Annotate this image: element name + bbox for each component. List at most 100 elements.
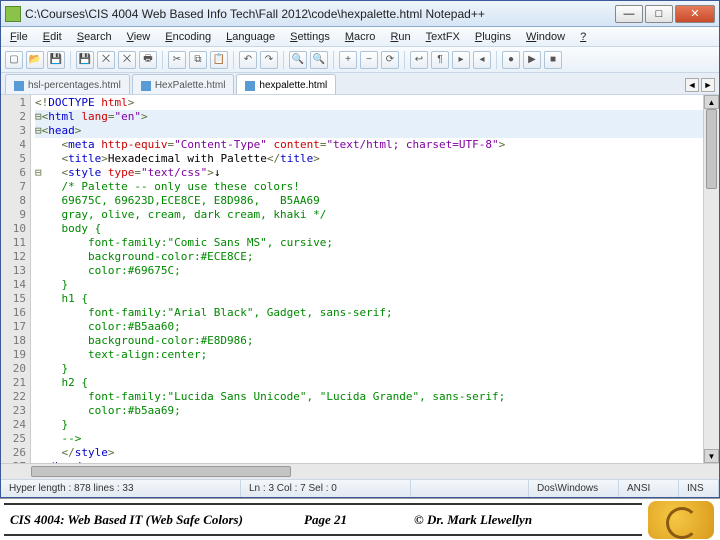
menu-settings[interactable]: Settings [283,29,337,45]
menu-edit[interactable]: Edit [36,29,69,45]
menu-window[interactable]: Window [519,29,572,45]
zoom-in-icon[interactable]: + [339,51,357,69]
menu-search[interactable]: Search [70,29,119,45]
code-area[interactable]: <!DOCTYPE html>⊟<html lang="en">⊟<head> … [31,95,703,463]
file-icon [14,81,24,91]
menu-run[interactable]: Run [383,29,417,45]
code-line[interactable]: body { [35,222,703,236]
close-all-icon[interactable]: ⨉ [118,51,136,69]
menu-plugins[interactable]: Plugins [468,29,518,45]
status-length: Hyper length : 878 lines : 33 [1,480,241,497]
code-line[interactable]: /* Palette -- only use these colors! [35,180,703,194]
code-line[interactable]: color:#69675C; [35,264,703,278]
code-line[interactable]: background-color:#ECE8CE; [35,250,703,264]
maximize-button[interactable]: □ [645,5,673,23]
code-line[interactable]: } [35,362,703,376]
editor: 1234567891011121314151617181920212223242… [1,95,719,463]
sync-icon[interactable]: ⟳ [381,51,399,69]
tab-file[interactable]: hexpalette.html [236,74,336,94]
menu-?[interactable]: ? [573,29,593,45]
tab-label: hexpalette.html [259,80,327,91]
code-line[interactable]: gray, olive, cream, dark cream, khaki */ [35,208,703,222]
code-line[interactable]: font-family:"Arial Black", Gadget, sans-… [35,306,703,320]
app-icon [5,6,21,22]
code-line[interactable]: background-color:#E8D986; [35,334,703,348]
outdent-icon[interactable]: ◂ [473,51,491,69]
wrap-icon[interactable]: ↩ [410,51,428,69]
hscroll-thumb[interactable] [31,466,291,477]
menubar: FileEditSearchViewEncodingLanguageSettin… [1,27,719,47]
open-icon[interactable]: 📂 [26,51,44,69]
macro-rec-icon[interactable]: ● [502,51,520,69]
tab-next-button[interactable]: ► [701,78,715,92]
menu-encoding[interactable]: Encoding [158,29,218,45]
code-line[interactable]: </style> [35,446,703,460]
minimize-button[interactable]: — [615,5,643,23]
code-line[interactable]: } [35,418,703,432]
close-icon[interactable]: ⨉ [97,51,115,69]
app-window: C:\Courses\CIS 4004 Web Based Info Tech\… [0,0,720,498]
menu-file[interactable]: File [3,29,35,45]
scroll-thumb[interactable] [706,109,717,189]
menu-language[interactable]: Language [219,29,282,45]
save-all-icon[interactable]: 💾 [76,51,94,69]
redo-icon[interactable]: ↷ [260,51,278,69]
code-line[interactable]: color:#b5aa69; [35,404,703,418]
vertical-scrollbar[interactable]: ▲ ▼ [703,95,719,463]
indent-icon[interactable]: ▸ [452,51,470,69]
code-line[interactable]: font-family:"Lucida Sans Unicode", "Luci… [35,390,703,404]
zoom-out-icon[interactable]: − [360,51,378,69]
code-line[interactable]: font-family:"Comic Sans MS", cursive; [35,236,703,250]
macro-play-icon[interactable]: ▶ [523,51,541,69]
new-icon[interactable]: ▢ [5,51,23,69]
menu-macro[interactable]: Macro [338,29,383,45]
tab-nav: ◄ ► [685,78,715,94]
status-encoding: ANSI [619,480,679,497]
code-line[interactable]: h2 { [35,376,703,390]
code-line[interactable]: ⊟ <style type="text/css">↓ [35,166,703,180]
line-gutter: 1234567891011121314151617181920212223242… [1,95,31,463]
code-line[interactable]: --> [35,432,703,446]
tabbar: hsl-percentages.html HexPalette.html hexpa… [1,73,719,95]
print-icon[interactable]: 🖶 [139,51,157,69]
file-icon [245,81,255,91]
paste-icon[interactable]: 📋 [210,51,228,69]
close-button[interactable]: ✕ [675,5,715,23]
tab-label: HexPalette.html [155,80,226,91]
statusbar: Hyper length : 878 lines : 33 Ln : 3 Col… [1,479,719,497]
menu-view[interactable]: View [120,29,158,45]
tab-file[interactable]: HexPalette.html [132,74,235,94]
copy-icon[interactable]: ⧉ [189,51,207,69]
footer-page: Page 21 [304,512,347,528]
code-line[interactable]: } [35,278,703,292]
code-line[interactable]: color:#B5aa60; [35,320,703,334]
code-line[interactable]: ⊟<head> [35,124,703,138]
find-icon[interactable]: 🔍 [289,51,307,69]
status-position: Ln : 3 Col : 7 Sel : 0 [241,480,411,497]
code-line[interactable]: h1 { [35,292,703,306]
scroll-down-button[interactable]: ▼ [704,449,719,463]
menu-textfx[interactable]: TextFX [419,29,467,45]
scroll-up-button[interactable]: ▲ [704,95,719,109]
macro-stop-icon[interactable]: ■ [544,51,562,69]
code-line[interactable]: ⊟<html lang="en"> [35,110,703,124]
tab-file[interactable]: hsl-percentages.html [5,74,130,94]
code-line[interactable]: 69675C, 69623D,ECE8CE, E8D986, B5AA69 [35,194,703,208]
status-eol: Dos\Windows [529,480,619,497]
replace-icon[interactable]: 🔍 [310,51,328,69]
save-icon[interactable]: 💾 [47,51,65,69]
horizontal-scrollbar[interactable] [1,463,719,479]
code-line[interactable]: text-align:center; [35,348,703,362]
code-line[interactable]: <meta http-equiv="Content-Type" content=… [35,138,703,152]
show-all-icon[interactable]: ¶ [431,51,449,69]
file-icon [141,81,151,91]
undo-icon[interactable]: ↶ [239,51,257,69]
tab-prev-button[interactable]: ◄ [685,78,699,92]
footer-course: CIS 4004: Web Based IT (Web Safe Colors) [10,512,243,528]
cut-icon[interactable]: ✂ [168,51,186,69]
footer-author: © Dr. Mark Llewellyn [414,512,532,528]
toolbar: ▢📂💾💾⨉⨉🖶✂⧉📋↶↷🔍🔍+−⟳↩¶▸◂●▶■ [1,47,719,73]
titlebar[interactable]: C:\Courses\CIS 4004 Web Based Info Tech\… [1,1,719,27]
code-line[interactable]: <!DOCTYPE html> [35,96,703,110]
code-line[interactable]: <title>Hexadecimal with Palette</title> [35,152,703,166]
